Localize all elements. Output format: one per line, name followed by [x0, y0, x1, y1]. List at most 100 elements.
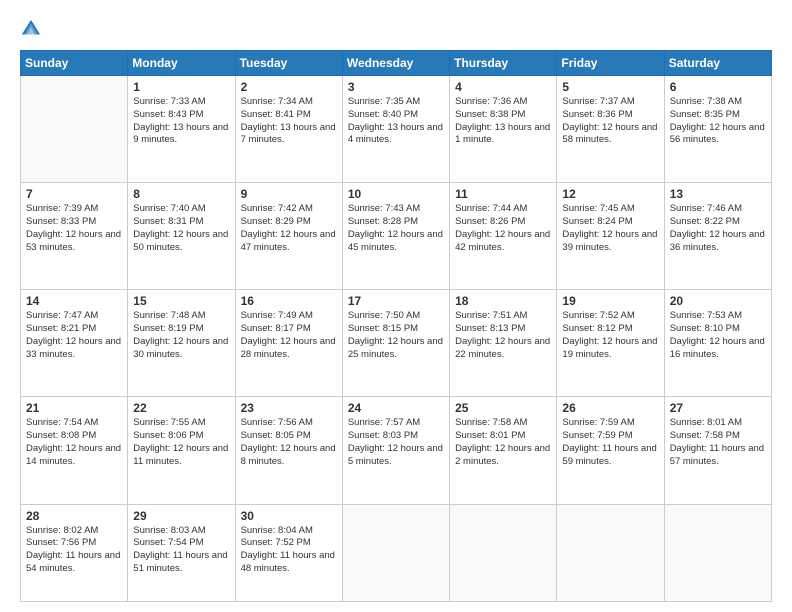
calendar-cell: 4 Sunrise: 7:36 AM Sunset: 8:38 PM Dayli… [450, 76, 557, 183]
daylight-text: Daylight: 13 hours and 7 minutes. [241, 122, 337, 148]
sunrise-text: Sunrise: 7:59 AM [562, 417, 658, 430]
sunrise-text: Sunrise: 7:44 AM [455, 203, 551, 216]
calendar-cell: 2 Sunrise: 7:34 AM Sunset: 8:41 PM Dayli… [235, 76, 342, 183]
calendar-cell: 21 Sunrise: 7:54 AM Sunset: 8:08 PM Dayl… [21, 397, 128, 504]
calendar-cell [664, 504, 771, 601]
daylight-text: Daylight: 12 hours and 8 minutes. [241, 443, 337, 469]
calendar-cell: 28 Sunrise: 8:02 AM Sunset: 7:56 PM Dayl… [21, 504, 128, 601]
daylight-text: Daylight: 12 hours and 25 minutes. [348, 336, 444, 362]
calendar-cell: 16 Sunrise: 7:49 AM Sunset: 8:17 PM Dayl… [235, 290, 342, 397]
day-number: 7 [26, 187, 122, 201]
calendar-cell [21, 76, 128, 183]
sunset-text: Sunset: 8:13 PM [455, 323, 551, 336]
sunset-text: Sunset: 7:52 PM [241, 537, 337, 550]
sunset-text: Sunset: 8:29 PM [241, 216, 337, 229]
calendar-cell: 17 Sunrise: 7:50 AM Sunset: 8:15 PM Dayl… [342, 290, 449, 397]
day-number: 28 [26, 509, 122, 523]
calendar-day-header: Tuesday [235, 51, 342, 76]
sunrise-text: Sunrise: 7:57 AM [348, 417, 444, 430]
sunrise-text: Sunrise: 7:40 AM [133, 203, 229, 216]
day-number: 20 [670, 294, 766, 308]
calendar-cell: 1 Sunrise: 7:33 AM Sunset: 8:43 PM Dayli… [128, 76, 235, 183]
calendar-day-header: Monday [128, 51, 235, 76]
sunset-text: Sunset: 8:03 PM [348, 430, 444, 443]
sunset-text: Sunset: 8:35 PM [670, 109, 766, 122]
calendar-cell: 11 Sunrise: 7:44 AM Sunset: 8:26 PM Dayl… [450, 183, 557, 290]
calendar-cell [342, 504, 449, 601]
calendar-cell: 12 Sunrise: 7:45 AM Sunset: 8:24 PM Dayl… [557, 183, 664, 290]
sunset-text: Sunset: 8:36 PM [562, 109, 658, 122]
day-number: 6 [670, 80, 766, 94]
daylight-text: Daylight: 12 hours and 33 minutes. [26, 336, 122, 362]
sunset-text: Sunset: 7:54 PM [133, 537, 229, 550]
sunset-text: Sunset: 8:08 PM [26, 430, 122, 443]
calendar-day-header: Friday [557, 51, 664, 76]
day-number: 21 [26, 401, 122, 415]
day-number: 23 [241, 401, 337, 415]
daylight-text: Daylight: 12 hours and 16 minutes. [670, 336, 766, 362]
sunrise-text: Sunrise: 7:43 AM [348, 203, 444, 216]
day-number: 25 [455, 401, 551, 415]
sunset-text: Sunset: 7:58 PM [670, 430, 766, 443]
sunrise-text: Sunrise: 7:49 AM [241, 310, 337, 323]
daylight-text: Daylight: 12 hours and 5 minutes. [348, 443, 444, 469]
calendar-cell: 10 Sunrise: 7:43 AM Sunset: 8:28 PM Dayl… [342, 183, 449, 290]
sunset-text: Sunset: 8:31 PM [133, 216, 229, 229]
calendar-cell: 29 Sunrise: 8:03 AM Sunset: 7:54 PM Dayl… [128, 504, 235, 601]
sunrise-text: Sunrise: 7:34 AM [241, 96, 337, 109]
calendar-cell: 7 Sunrise: 7:39 AM Sunset: 8:33 PM Dayli… [21, 183, 128, 290]
day-number: 13 [670, 187, 766, 201]
daylight-text: Daylight: 12 hours and 14 minutes. [26, 443, 122, 469]
daylight-text: Daylight: 13 hours and 9 minutes. [133, 122, 229, 148]
sunrise-text: Sunrise: 7:33 AM [133, 96, 229, 109]
sunset-text: Sunset: 8:10 PM [670, 323, 766, 336]
sunrise-text: Sunrise: 7:56 AM [241, 417, 337, 430]
calendar-cell: 24 Sunrise: 7:57 AM Sunset: 8:03 PM Dayl… [342, 397, 449, 504]
day-number: 27 [670, 401, 766, 415]
calendar-week-row: 1 Sunrise: 7:33 AM Sunset: 8:43 PM Dayli… [21, 76, 772, 183]
daylight-text: Daylight: 12 hours and 28 minutes. [241, 336, 337, 362]
sunrise-text: Sunrise: 7:35 AM [348, 96, 444, 109]
day-number: 12 [562, 187, 658, 201]
calendar-cell: 8 Sunrise: 7:40 AM Sunset: 8:31 PM Dayli… [128, 183, 235, 290]
calendar-day-header: Sunday [21, 51, 128, 76]
day-number: 18 [455, 294, 551, 308]
sunset-text: Sunset: 8:17 PM [241, 323, 337, 336]
sunset-text: Sunset: 8:33 PM [26, 216, 122, 229]
sunset-text: Sunset: 8:15 PM [348, 323, 444, 336]
daylight-text: Daylight: 12 hours and 19 minutes. [562, 336, 658, 362]
day-number: 8 [133, 187, 229, 201]
calendar-cell: 25 Sunrise: 7:58 AM Sunset: 8:01 PM Dayl… [450, 397, 557, 504]
daylight-text: Daylight: 11 hours and 59 minutes. [562, 443, 658, 469]
daylight-text: Daylight: 13 hours and 4 minutes. [348, 122, 444, 148]
logo-icon [20, 18, 42, 40]
calendar-cell: 9 Sunrise: 7:42 AM Sunset: 8:29 PM Dayli… [235, 183, 342, 290]
day-number: 16 [241, 294, 337, 308]
calendar-cell: 27 Sunrise: 8:01 AM Sunset: 7:58 PM Dayl… [664, 397, 771, 504]
sunset-text: Sunset: 8:28 PM [348, 216, 444, 229]
calendar-cell: 26 Sunrise: 7:59 AM Sunset: 7:59 PM Dayl… [557, 397, 664, 504]
sunrise-text: Sunrise: 7:36 AM [455, 96, 551, 109]
calendar-header-row: SundayMondayTuesdayWednesdayThursdayFrid… [21, 51, 772, 76]
day-number: 5 [562, 80, 658, 94]
sunrise-text: Sunrise: 7:46 AM [670, 203, 766, 216]
calendar-cell: 13 Sunrise: 7:46 AM Sunset: 8:22 PM Dayl… [664, 183, 771, 290]
sunset-text: Sunset: 8:21 PM [26, 323, 122, 336]
calendar-cell: 14 Sunrise: 7:47 AM Sunset: 8:21 PM Dayl… [21, 290, 128, 397]
day-number: 3 [348, 80, 444, 94]
sunset-text: Sunset: 8:19 PM [133, 323, 229, 336]
sunrise-text: Sunrise: 7:55 AM [133, 417, 229, 430]
daylight-text: Daylight: 12 hours and 11 minutes. [133, 443, 229, 469]
calendar-cell: 20 Sunrise: 7:53 AM Sunset: 8:10 PM Dayl… [664, 290, 771, 397]
sunrise-text: Sunrise: 7:51 AM [455, 310, 551, 323]
daylight-text: Daylight: 12 hours and 39 minutes. [562, 229, 658, 255]
sunset-text: Sunset: 8:06 PM [133, 430, 229, 443]
sunset-text: Sunset: 8:41 PM [241, 109, 337, 122]
sunset-text: Sunset: 8:38 PM [455, 109, 551, 122]
daylight-text: Daylight: 12 hours and 22 minutes. [455, 336, 551, 362]
sunset-text: Sunset: 8:26 PM [455, 216, 551, 229]
page: SundayMondayTuesdayWednesdayThursdayFrid… [0, 0, 792, 612]
calendar-cell: 15 Sunrise: 7:48 AM Sunset: 8:19 PM Dayl… [128, 290, 235, 397]
sunrise-text: Sunrise: 7:42 AM [241, 203, 337, 216]
calendar-day-header: Thursday [450, 51, 557, 76]
